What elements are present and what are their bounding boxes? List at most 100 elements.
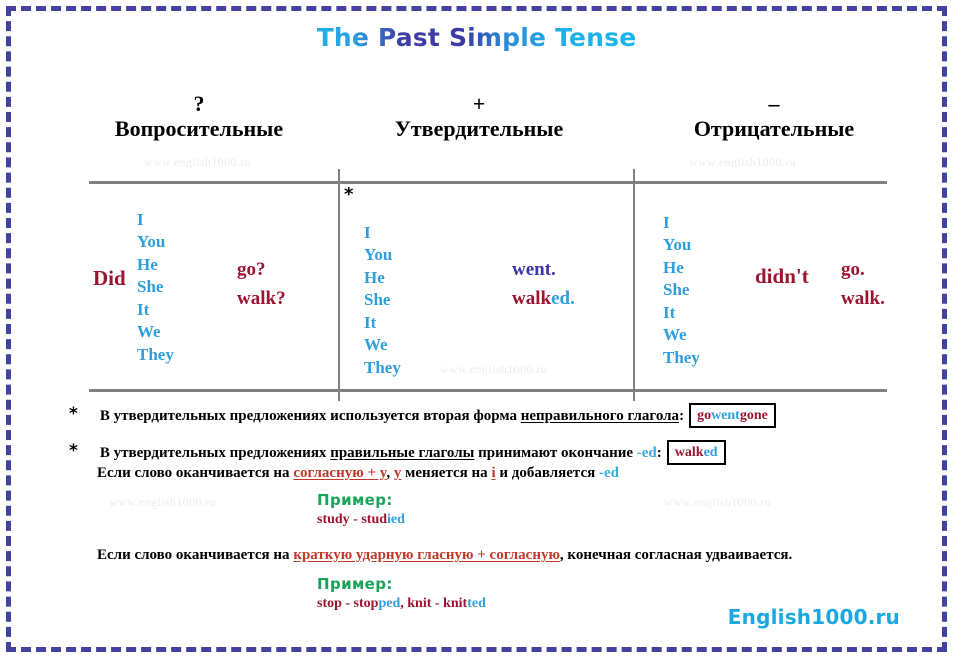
- note-text-part: и добавляется: [495, 465, 600, 481]
- example-stem-2: , knit - knit: [400, 596, 468, 611]
- note-text-part: меняется на: [401, 465, 492, 481]
- poster-frame: The Past Simple Tense ? Вопросительные +…: [6, 6, 947, 652]
- pronoun-item: I: [364, 223, 371, 242]
- pronoun-item: It: [364, 312, 377, 332]
- verb-item: walk.: [841, 287, 885, 309]
- note-y-to-i-rule: Если слово оканчивается на согласную + y…: [97, 464, 619, 482]
- sign-minus: –: [768, 91, 780, 116]
- title-bar: The Past Simple Tense: [11, 23, 942, 52]
- note-text-part: Если слово оканчивается на: [97, 547, 294, 563]
- note-doubling-rule: Если слово оканчивается на краткую ударн…: [97, 546, 792, 564]
- pronoun-item: He: [137, 254, 158, 274]
- page-title: The Past Simple Tense: [316, 23, 637, 52]
- example-suffix-1: ped: [378, 596, 401, 611]
- verb-list-affirmative: went. walked.: [512, 256, 575, 313]
- asterisk-marker: *: [344, 184, 354, 205]
- verb-list-negative: go. walk.: [841, 256, 885, 313]
- pronoun-item: I: [663, 213, 670, 232]
- note-text-part: , конечная согласная удваивается.: [559, 547, 793, 563]
- note-text-part: ,: [386, 465, 394, 481]
- pronoun-item: He: [364, 267, 385, 287]
- column-label-affirmative: Утвердительные: [394, 116, 564, 141]
- note-regular-verbs: * В утвердительных предложениях правильн…: [69, 440, 726, 465]
- box-word-stem: walk: [674, 445, 704, 460]
- column-label-interrogative: Вопросительные: [114, 116, 284, 141]
- pronoun-list-interrogative: I You He She It We They: [137, 209, 174, 366]
- table-rule-bottom: [89, 389, 887, 392]
- note-text-part: В утвердительных предложениях: [99, 445, 331, 461]
- pronoun-item: It: [137, 299, 150, 319]
- example-stem: study - stud: [317, 512, 388, 527]
- note-irregular-verbs: * В утвердительных предложениях использу…: [69, 403, 776, 428]
- verb-item: walk?: [237, 287, 286, 309]
- pronoun-list-negative: I You He She It We They: [663, 212, 700, 369]
- pronoun-item: It: [663, 302, 676, 322]
- verb-regular-ending: ed.: [551, 287, 575, 309]
- rule-short-vowel-consonant: краткую ударную гласную + согласную: [293, 547, 560, 563]
- example-content: stop - stopped, knit - knitted: [317, 596, 486, 612]
- watermark: www.english1000.ru: [689, 155, 797, 169]
- pronoun-item: I: [137, 210, 144, 229]
- cell-affirmative: * I You He She It We They went. walked. …: [340, 184, 633, 389]
- pronoun-item: They: [364, 357, 401, 377]
- rule-consonant-plus-y: согласную + y: [293, 465, 387, 481]
- example-suffix: ied: [387, 512, 405, 527]
- column-header-interrogative: ? Вопросительные: [69, 93, 329, 141]
- box-word-participle: gone: [739, 408, 768, 423]
- conjugation-table: Did I You He She It We They go? walk? * …: [89, 169, 887, 401]
- example-box-irregular: gowentgone: [689, 403, 776, 428]
- pronoun-item: They: [663, 347, 700, 367]
- example-stem-1: stop - stop: [317, 596, 379, 611]
- pronoun-item: She: [364, 290, 391, 310]
- note-text-part: :: [656, 445, 662, 461]
- verb-irregular-text: went.: [512, 259, 556, 280]
- note-underlined-term: неправильного глагола: [520, 408, 680, 424]
- pronoun-item: You: [364, 245, 393, 265]
- cell-interrogative: Did I You He She It We They go? walk?: [89, 184, 338, 389]
- verb-regular: walked.: [512, 285, 575, 314]
- pronoun-item: We: [364, 335, 388, 355]
- verb-item: go.: [841, 259, 865, 280]
- box-word-base: go: [697, 408, 712, 423]
- column-label-negative: Отрицательные: [693, 116, 855, 141]
- pronoun-item: She: [663, 280, 690, 300]
- example-content: study - studied: [317, 512, 405, 528]
- note-text-part: принимают окончание: [474, 445, 637, 461]
- asterisk-marker: *: [69, 441, 78, 461]
- cell-negative: I You He She It We They didn't go. walk.: [635, 184, 887, 389]
- example-stop-knit: Пример: stop - stopped, knit - knitted: [317, 575, 486, 612]
- verb-irregular: went.: [512, 256, 575, 285]
- box-word-past: went: [711, 408, 740, 423]
- column-header-affirmative: + Утвердительные: [339, 93, 619, 141]
- note-underlined-term: правильные глаголы: [330, 445, 475, 461]
- note-ending: -ed: [599, 465, 620, 481]
- sign-plus: +: [472, 91, 486, 116]
- note-ending: -ed: [636, 445, 657, 461]
- box-word-suffix: ed: [703, 445, 718, 460]
- auxiliary-didnt: didn't: [755, 264, 809, 288]
- pronoun-item: You: [137, 232, 166, 252]
- sign-question: ?: [193, 91, 205, 116]
- pronoun-list-affirmative: I You He She It We They: [364, 222, 401, 379]
- watermark: www.english1000.ru: [109, 495, 217, 509]
- column-headers: ? Вопросительные + Утвердительные – Отри…: [29, 93, 934, 171]
- watermark: www.english1000.ru: [440, 362, 548, 376]
- example-suffix-2: ted: [467, 596, 486, 611]
- example-box-regular: walked: [666, 440, 726, 465]
- pronoun-item: He: [663, 257, 684, 277]
- watermark: www.english1000.ru: [664, 495, 772, 509]
- pronoun-item: We: [663, 325, 687, 345]
- site-logo[interactable]: English1000.ru: [728, 605, 900, 629]
- verb-item: go?: [237, 259, 266, 280]
- verb-list-interrogative: go? walk?: [237, 256, 286, 313]
- note-text-part: В утвердительных предложениях использует…: [99, 408, 521, 424]
- pronoun-item: They: [137, 344, 174, 364]
- example-study: Пример: study - studied: [317, 491, 405, 528]
- watermark: www.english1000.ru: [144, 155, 252, 169]
- column-header-negative: – Отрицательные: [629, 93, 919, 141]
- pronoun-item: You: [663, 235, 692, 255]
- verb-regular-stem: walk: [512, 287, 552, 309]
- example-label: Пример:: [317, 491, 393, 509]
- example-label: Пример:: [317, 575, 393, 593]
- pronoun-item: She: [137, 277, 164, 297]
